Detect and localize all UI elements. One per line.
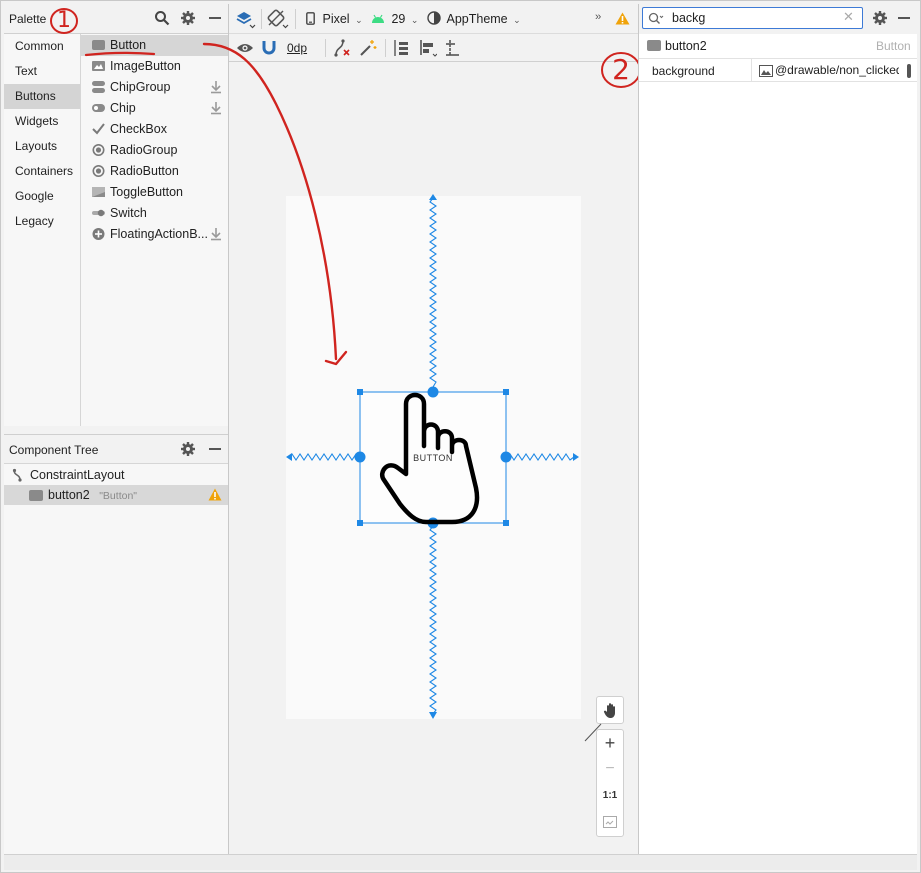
attribute-search-field[interactable]: backg ✕ [642,7,863,29]
device-selector[interactable]: Pixel ⌄ [306,10,363,28]
toggle-icon [92,187,105,197]
radio-icon [92,165,105,177]
constraint-layout-icon [12,468,22,482]
resize-handle [357,520,363,526]
phone-icon [306,12,315,25]
theme-selector[interactable]: AppTheme ⌄ [427,10,521,28]
palette-categories: Common Text Buttons Widgets Layouts Cont… [4,34,81,426]
component-tree: ConstraintLayout button2 "Button" [4,464,228,854]
gear-icon[interactable] [180,441,196,457]
button-icon [29,490,43,501]
overflow-icon[interactable]: ›› [595,11,601,23]
top-constraint-spring [429,197,437,388]
minimize-icon[interactable] [209,448,221,450]
annotation-mark-2: 2 [600,50,642,90]
category-legacy[interactable]: Legacy [4,209,80,234]
annotation-arrow [202,42,348,366]
pan-button[interactable] [596,696,624,724]
orientation-icon[interactable] [267,9,289,29]
component-id: button2 [665,39,707,53]
toolbar-separator [261,9,262,29]
minimize-icon[interactable] [209,17,221,19]
column-divider [751,59,752,82]
right-constraint-arrow [573,453,579,461]
android-icon [372,14,384,23]
toolbar-separator [385,39,386,57]
gear-icon[interactable] [180,10,196,26]
image-icon [92,61,105,71]
switch-icon [92,209,105,217]
radio-icon [92,144,105,156]
toolbar-separator [295,9,296,29]
right-constraint-spring [505,453,575,461]
category-google[interactable]: Google [4,184,80,209]
image-icon [759,65,773,77]
category-layouts[interactable]: Layouts [4,134,80,159]
hand-pointer-icon [380,392,480,525]
palette-header: Palette [4,4,228,34]
zoom-in-button[interactable]: + [597,732,623,754]
resize-handle [503,389,509,395]
clear-search-icon[interactable]: ✕ [843,9,854,25]
chipgroup-icon [92,81,105,93]
bottom-constraint-spring [429,525,437,715]
tree-item-button2[interactable]: button2 "Button" [4,485,228,505]
attribute-component-header: button2 Button [639,34,917,58]
button-icon [647,40,661,51]
component-type: Button [876,39,911,53]
warning-icon[interactable] [615,12,630,25]
bottom-constraint-arrow [429,712,437,719]
category-containers[interactable]: Containers [4,159,80,184]
pack-icon[interactable] [392,39,410,57]
chip-icon [92,104,105,112]
palette-title: Palette [9,12,47,26]
align-icon[interactable] [419,39,437,57]
plus-circle-icon [92,228,105,240]
category-widgets[interactable]: Widgets [4,109,80,134]
resize-handle [357,389,363,395]
category-text[interactable]: Text [4,59,80,84]
zoom-controls: + − 1:1 [596,729,624,837]
search-icon[interactable] [154,10,170,26]
search-icon [648,12,664,24]
tree-item-constraintlayout[interactable]: ConstraintLayout [4,465,228,485]
annotation-mark-1: 1 [49,7,79,35]
api-level-selector[interactable]: 29 ⌄ [371,10,418,28]
attribute-row-background[interactable]: background @drawable/non_clicked [639,58,917,82]
layers-icon[interactable] [236,10,256,30]
minimize-icon[interactable] [898,17,910,19]
hand-icon [603,703,615,718]
chevron-down-icon: ⌄ [355,15,363,25]
attribute-value[interactable]: @drawable/non_clicked [775,63,899,77]
checkmark-icon [92,123,105,135]
component-tree-header: Component Tree [4,434,228,464]
gear-icon[interactable] [872,10,888,26]
category-common[interactable]: Common [4,34,80,59]
attribute-name: background [652,64,715,78]
status-bar [4,854,917,870]
top-constraint-arrow [429,194,437,200]
component-tree-title: Component Tree [9,443,99,457]
guidelines-icon[interactable] [445,39,463,57]
annotation-underline [84,51,156,57]
chevron-down-icon: ⌄ [513,15,521,25]
chevron-down-icon: ⌄ [410,15,419,25]
resize-handle [503,520,509,526]
theme-icon [427,11,441,25]
design-toolbar: Pixel ⌄ 29 ⌄ AppTheme ⌄ ›› [229,4,638,34]
left-constraint-arrow [286,453,292,461]
zoom-out-button[interactable]: − [597,758,623,780]
resource-picker-button[interactable] [907,64,911,78]
zoom-to-fit-icon[interactable] [603,816,617,828]
zoom-actual-size-button[interactable]: 1:1 [597,786,623,806]
attributes-body: button2 Button background @drawable/non_… [639,34,917,854]
left-constraint-spring [287,453,361,461]
category-buttons[interactable]: Buttons [4,84,80,109]
warning-icon[interactable] [208,488,222,501]
search-input[interactable]: backg [672,11,705,25]
